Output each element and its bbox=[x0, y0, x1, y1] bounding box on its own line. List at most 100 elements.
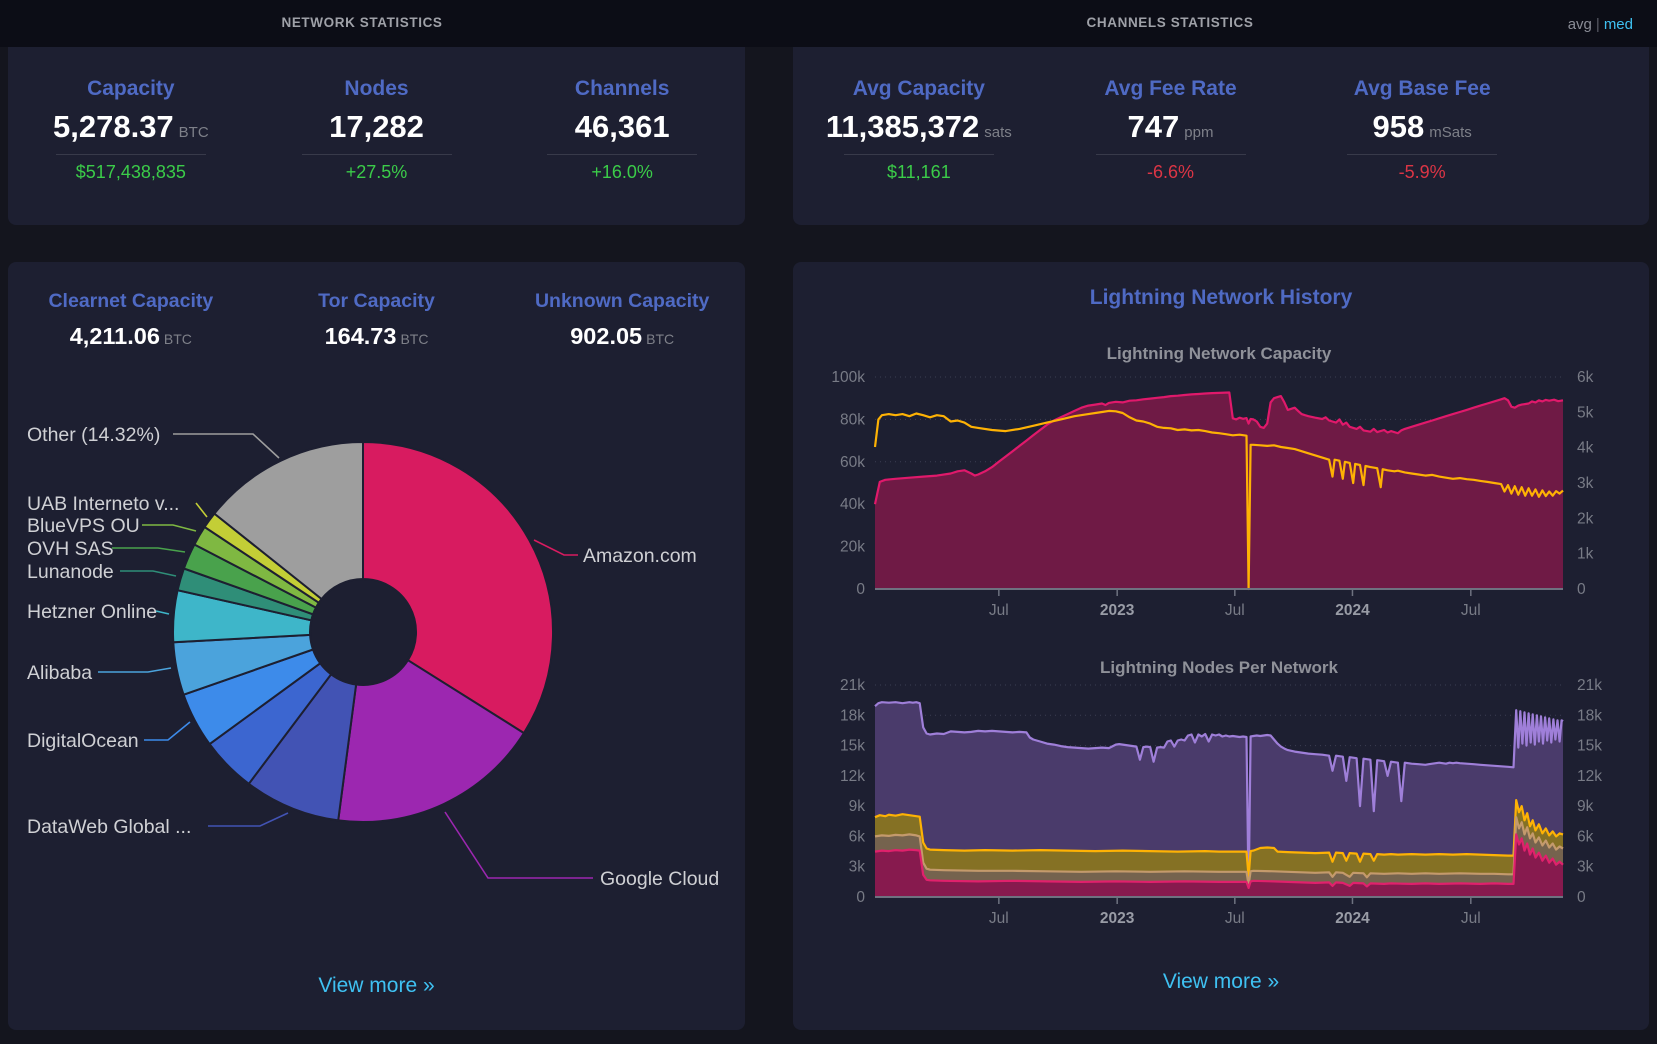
y-axis-label-left: 100k bbox=[831, 369, 865, 386]
pie-label-other: Other (14.32%) bbox=[27, 424, 160, 446]
stat-subvalue: -5.9% bbox=[1398, 162, 1446, 182]
x-axis-label: Jul bbox=[989, 602, 1009, 619]
stat-channels: Channels 46,361 +16.0% bbox=[499, 77, 745, 183]
y-axis-label-right: 15k bbox=[1577, 738, 1602, 755]
stat-unit: mSats bbox=[1429, 124, 1472, 141]
divider bbox=[55, 154, 206, 155]
y-axis-label-right: 0 bbox=[1577, 889, 1586, 906]
y-axis-label-right: 1k bbox=[1577, 546, 1594, 563]
toggle-separator: | bbox=[1595, 16, 1600, 33]
y-axis-label-right: 3k bbox=[1577, 859, 1594, 876]
series-area-pink-area bbox=[875, 392, 1563, 589]
stat-value: 11,385,372 bbox=[825, 109, 980, 144]
pie-label-lunanode: Lunanode bbox=[27, 561, 114, 583]
history-view-more-link[interactable]: View more » bbox=[1163, 970, 1279, 994]
y-axis-label-left: 3k bbox=[849, 859, 866, 876]
y-axis-label-left: 80k bbox=[840, 411, 865, 428]
x-axis-label: Jul bbox=[1461, 602, 1481, 619]
stat-value: 958 bbox=[1372, 109, 1425, 144]
pie-label-amazon: Amazon.com bbox=[583, 545, 697, 567]
stat-label: Avg Base Fee bbox=[1353, 77, 1491, 100]
stat-nodes: Nodes 17,282 +27.5% bbox=[254, 77, 500, 183]
pie-label-alibaba: Alibaba bbox=[27, 662, 92, 684]
label-leader-amazon bbox=[533, 539, 578, 556]
cap-value: 164.73 bbox=[324, 323, 397, 349]
stat-value: 46,361 bbox=[574, 109, 670, 144]
capacity-history-chart[interactable]: Lightning Network Capacity 0 20k 40k 60k 80k… bbox=[793, 337, 1649, 632]
stat-label: Nodes bbox=[344, 77, 409, 100]
y-axis-label-left: 0 bbox=[856, 581, 865, 598]
x-axis-label: Jul bbox=[1225, 910, 1245, 927]
cap-unit: BTC bbox=[400, 331, 429, 347]
chart2-subtitle: Lightning Nodes Per Network bbox=[1100, 658, 1339, 677]
y-axis-label-right: 9k bbox=[1577, 798, 1594, 815]
stat-subvalue: $517,438,835 bbox=[75, 162, 186, 182]
cap-label: Tor Capacity bbox=[318, 290, 435, 312]
x-axis-label: 2024 bbox=[1335, 910, 1370, 927]
pie-label-hetzner: Hetzner Online bbox=[27, 601, 157, 623]
nodes-history-chart[interactable]: Lightning Nodes Per Network 0 3k 6k 9k 12k 15… bbox=[793, 657, 1649, 937]
divider bbox=[1347, 154, 1498, 155]
network-statistics-panel: Capacity 5,278.37 BTC $517,438,835 Nodes … bbox=[8, 47, 745, 225]
y-axis-label-right: 4k bbox=[1577, 440, 1594, 457]
divider bbox=[843, 154, 994, 155]
x-axis-label: Jul bbox=[989, 910, 1009, 927]
stat-label: Avg Capacity bbox=[852, 77, 985, 100]
y-axis-label-left: 40k bbox=[840, 496, 865, 513]
y-axis-label-right: 21k bbox=[1577, 677, 1602, 694]
stat-avg-base-fee: Avg Base Fee 958 mSats -5.9% bbox=[1296, 77, 1548, 183]
tor-capacity: Tor Capacity 164.73 BTC bbox=[254, 290, 500, 350]
y-axis-label-left: 60k bbox=[840, 454, 865, 471]
label-leader-lunanode bbox=[120, 570, 177, 577]
y-axis-label-right: 12k bbox=[1577, 768, 1602, 785]
clearnet-capacity: Clearnet Capacity 4,211.06 BTC bbox=[8, 290, 254, 350]
network-statistics-header: NETWORK STATISTICS bbox=[281, 15, 443, 30]
history-panel: Lightning Network History Lightning Netw… bbox=[793, 262, 1649, 1030]
divider bbox=[1095, 154, 1246, 155]
y-axis-label-left: 0 bbox=[856, 889, 865, 906]
isp-view-more-link[interactable]: View more » bbox=[318, 974, 434, 998]
label-leader-alibaba bbox=[98, 667, 172, 673]
y-axis-label-left: 12k bbox=[840, 768, 865, 785]
divider bbox=[547, 154, 698, 155]
isp-donut-chart[interactable]: Other (14.32%) UAB Interneto v... BlueVP… bbox=[8, 400, 745, 1000]
cap-unit: BTC bbox=[163, 331, 192, 347]
pie-label-google: Google Cloud bbox=[600, 868, 719, 890]
label-leader-hetzner bbox=[155, 610, 170, 615]
unknown-capacity: Unknown Capacity 902.05 BTC bbox=[499, 290, 745, 350]
avg-option[interactable]: avg bbox=[1568, 16, 1592, 33]
y-axis-label-right: 5k bbox=[1577, 404, 1594, 421]
lightning-dashboard: NETWORK STATISTICS CHANNELS STATISTICS a… bbox=[0, 0, 1657, 1044]
y-axis-label-left: 15k bbox=[840, 738, 865, 755]
label-leader-other bbox=[173, 433, 280, 459]
avg-med-toggle[interactable]: avg | med bbox=[1568, 16, 1633, 33]
stat-subvalue: $11,161 bbox=[886, 162, 951, 182]
channels-statistics-header: CHANNELS STATISTICS bbox=[1086, 15, 1254, 30]
med-option[interactable]: med bbox=[1604, 16, 1633, 33]
stat-value: 5,278.37 bbox=[53, 109, 174, 144]
stat-label: Avg Fee Rate bbox=[1104, 77, 1237, 100]
stat-subvalue: +27.5% bbox=[345, 162, 408, 182]
channels-statistics-panel: Avg Capacity 11,385,372 sats $11,161 Avg … bbox=[793, 47, 1649, 225]
stat-value: 17,282 bbox=[329, 109, 424, 144]
divider bbox=[301, 154, 452, 155]
y-axis-label-left: 18k bbox=[840, 707, 865, 724]
pie-label-uab: UAB Interneto v... bbox=[27, 493, 179, 515]
cap-unit: BTC bbox=[646, 331, 675, 347]
stat-unit: sats bbox=[984, 124, 1012, 141]
chart1-subtitle: Lightning Network Capacity bbox=[1107, 344, 1332, 363]
stat-label: Capacity bbox=[87, 77, 175, 100]
stat-avg-capacity: Avg Capacity 11,385,372 sats $11,161 bbox=[793, 77, 1045, 183]
label-leader-dataweb bbox=[208, 812, 289, 827]
stat-capacity: Capacity 5,278.37 BTC $517,438,835 bbox=[8, 77, 254, 183]
label-leader-google bbox=[444, 811, 593, 879]
label-leader-uab bbox=[195, 502, 208, 518]
pie-label-ovh: OVH SAS bbox=[27, 538, 114, 560]
y-axis-label-left: 20k bbox=[840, 539, 865, 556]
y-axis-label-left: 9k bbox=[849, 798, 866, 815]
pie-label-digitalocean: DigitalOcean bbox=[27, 730, 139, 752]
x-axis-label: Jul bbox=[1461, 910, 1481, 927]
cap-value: 4,211.06 bbox=[69, 323, 160, 349]
y-axis-label-right: 2k bbox=[1577, 510, 1594, 527]
y-axis-label-right: 6k bbox=[1577, 828, 1594, 845]
